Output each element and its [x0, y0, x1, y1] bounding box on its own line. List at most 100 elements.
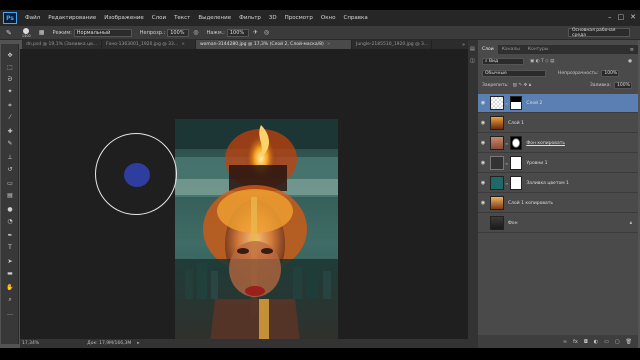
- menu-select[interactable]: Выделение: [198, 15, 231, 21]
- menu-help[interactable]: Справка: [343, 15, 367, 21]
- trash-icon[interactable]: 🗑︎: [626, 339, 632, 345]
- mode-select[interactable]: Нормальный: [73, 28, 132, 37]
- doc-tab[interactable]: Fоно-1363001_1920.jpg @ 33... ×: [102, 40, 196, 49]
- zoom-level[interactable]: 17,34%: [22, 341, 39, 346]
- layer-name[interactable]: Слой 1: [508, 121, 524, 126]
- folder-icon[interactable]: ▭: [604, 339, 609, 345]
- menu-image[interactable]: Изображение: [104, 15, 144, 21]
- doc-tab[interactable]: Jungle-2185510_1920.jpg @ 3...×: [352, 40, 432, 49]
- layer-mask-thumbnail[interactable]: [510, 156, 523, 170]
- menu-view[interactable]: Просмотр: [285, 15, 313, 21]
- maximize-button[interactable]: □: [618, 13, 625, 21]
- crop-tool-icon[interactable]: ⌗: [5, 102, 15, 109]
- menu-layers[interactable]: Слои: [152, 15, 166, 21]
- pressure-opacity-icon[interactable]: ◎: [193, 29, 198, 36]
- move-tool-icon[interactable]: ✥: [5, 52, 15, 59]
- lasso-tool-icon[interactable]: ᘐ: [5, 76, 15, 83]
- eyedropper-tool-icon[interactable]: ⁄: [5, 114, 15, 121]
- brush-tool-icon[interactable]: ✎: [6, 29, 12, 37]
- quick-select-tool-icon[interactable]: ✦: [5, 88, 15, 95]
- opacity-field[interactable]: 100%: [167, 28, 190, 37]
- close-button[interactable]: ✕: [630, 13, 636, 21]
- adjustment-icon[interactable]: ◐: [594, 339, 598, 345]
- menu-type[interactable]: Текст: [174, 15, 190, 21]
- panel-menu-icon[interactable]: ≡: [630, 47, 634, 53]
- hand-tool-icon[interactable]: ✋: [5, 284, 15, 291]
- workspace-select[interactable]: Основная рабочая среда: [568, 28, 630, 38]
- pressure-size-icon[interactable]: ◎: [264, 29, 269, 36]
- link-icon[interactable]: ∞: [505, 141, 508, 146]
- canvas-area[interactable]: [20, 49, 468, 360]
- filter-icons[interactable]: ▣ ◐ T ◇ ▤: [530, 59, 554, 64]
- brush-tool-icon[interactable]: ✎: [5, 140, 15, 147]
- layer-name[interactable]: Фон копировать: [526, 141, 565, 146]
- layer-row[interactable]: ◉ Фон 🔒︎: [478, 214, 638, 233]
- lock-icons[interactable]: ▨ ✎ ✥ 🔒︎: [513, 82, 531, 88]
- menu-3d[interactable]: 3D: [269, 15, 277, 21]
- tab-layers[interactable]: Слои: [478, 45, 498, 54]
- gradient-tool-icon[interactable]: ▤: [5, 192, 15, 199]
- layer-opacity-field[interactable]: 100%: [601, 69, 620, 77]
- layer-row[interactable]: ◉ ∞ Фон копировать: [478, 134, 638, 153]
- menu-window[interactable]: Окно: [321, 15, 336, 21]
- doc-tab-active[interactable]: woman-3144280.jpg @ 17,3% (Слой 2, Слой-…: [196, 40, 352, 49]
- visibility-eye-icon[interactable]: ◉: [478, 160, 488, 166]
- layer-row[interactable]: ◉ ∞ Уровни 1: [478, 154, 638, 173]
- fx-icon[interactable]: fx: [573, 339, 578, 345]
- link-icon[interactable]: ∞: [505, 161, 508, 166]
- brush-preset-picker[interactable]: 1400: [22, 27, 31, 38]
- tab-channels[interactable]: Каналы: [498, 45, 524, 54]
- eraser-tool-icon[interactable]: ▭: [5, 180, 15, 187]
- layer-name[interactable]: Слой 2: [526, 101, 542, 106]
- document-image[interactable]: [175, 119, 338, 360]
- close-tab-icon[interactable]: ×: [181, 42, 185, 47]
- doc-tab[interactable]: dn.psd @ 19,1% (Заливка цв...×: [22, 40, 102, 49]
- visibility-eye-icon[interactable]: ◉: [478, 120, 488, 126]
- flow-field[interactable]: 100%: [226, 28, 249, 37]
- layer-mask-thumbnail[interactable]: [510, 176, 523, 190]
- layer-mask-thumbnail[interactable]: [510, 96, 523, 110]
- menu-edit[interactable]: Редактирование: [48, 15, 96, 21]
- pen-tool-icon[interactable]: ✒: [5, 232, 15, 239]
- brush-panel-icon[interactable]: ▦: [39, 29, 45, 36]
- visibility-eye-icon[interactable]: ◉: [478, 180, 488, 186]
- layer-row[interactable]: ◉ Слой 1: [478, 114, 638, 133]
- more-tools-icon[interactable]: …: [5, 310, 15, 317]
- layer-name[interactable]: Уровни 1: [526, 161, 547, 166]
- layer-name[interactable]: Слой 1 копировать: [508, 201, 553, 206]
- visibility-eye-icon[interactable]: ◉: [478, 140, 488, 146]
- filter-toggle-icon[interactable]: ●: [628, 59, 632, 64]
- shape-tool-icon[interactable]: ▬: [5, 270, 15, 277]
- zoom-tool-icon[interactable]: ⌕: [5, 296, 15, 303]
- menu-filter[interactable]: Фильтр: [239, 15, 261, 21]
- history-brush-tool-icon[interactable]: ↺: [5, 166, 15, 173]
- history-panel-icon[interactable]: ▤: [470, 46, 475, 52]
- layer-row[interactable]: ◉ ∞ Слой 2: [478, 94, 638, 113]
- dodge-tool-icon[interactable]: ◔: [5, 218, 15, 225]
- minimize-button[interactable]: –: [608, 13, 612, 21]
- type-tool-icon[interactable]: T: [5, 244, 15, 251]
- tab-paths[interactable]: Контуры: [524, 45, 553, 54]
- blur-tool-icon[interactable]: ●: [5, 206, 15, 213]
- close-tab-icon[interactable]: ×: [431, 42, 432, 47]
- layer-name[interactable]: Заливка цветом 1: [526, 181, 569, 186]
- mask-icon[interactable]: ◘: [584, 339, 588, 345]
- layer-row[interactable]: ◉ Слой 1 копировать: [478, 194, 638, 213]
- new-layer-icon[interactable]: ▢: [615, 339, 620, 345]
- close-tab-icon[interactable]: ×: [327, 42, 331, 47]
- layer-kind-filter[interactable]: ⌕ Вид: [482, 57, 524, 65]
- link-icon[interactable]: ∞: [505, 101, 508, 106]
- link-icon[interactable]: ∞: [505, 181, 508, 186]
- tabs-overflow-icon[interactable]: »: [462, 42, 465, 48]
- status-arrow-icon[interactable]: ▸: [137, 341, 139, 346]
- visibility-eye-icon[interactable]: ◉: [478, 220, 488, 226]
- link-icon[interactable]: ∞: [563, 339, 567, 345]
- blend-mode-select[interactable]: Обычные: [482, 69, 546, 77]
- layer-mask-thumbnail[interactable]: [510, 136, 523, 150]
- marquee-tool-icon[interactable]: ⬚: [5, 64, 15, 71]
- fill-field[interactable]: 100%: [614, 81, 632, 89]
- airbrush-icon[interactable]: ✈: [253, 29, 258, 36]
- layer-name[interactable]: Фон: [508, 221, 518, 226]
- visibility-eye-icon[interactable]: ◉: [478, 100, 488, 106]
- layer-row[interactable]: ◉ ∞ Заливка цветом 1: [478, 174, 638, 193]
